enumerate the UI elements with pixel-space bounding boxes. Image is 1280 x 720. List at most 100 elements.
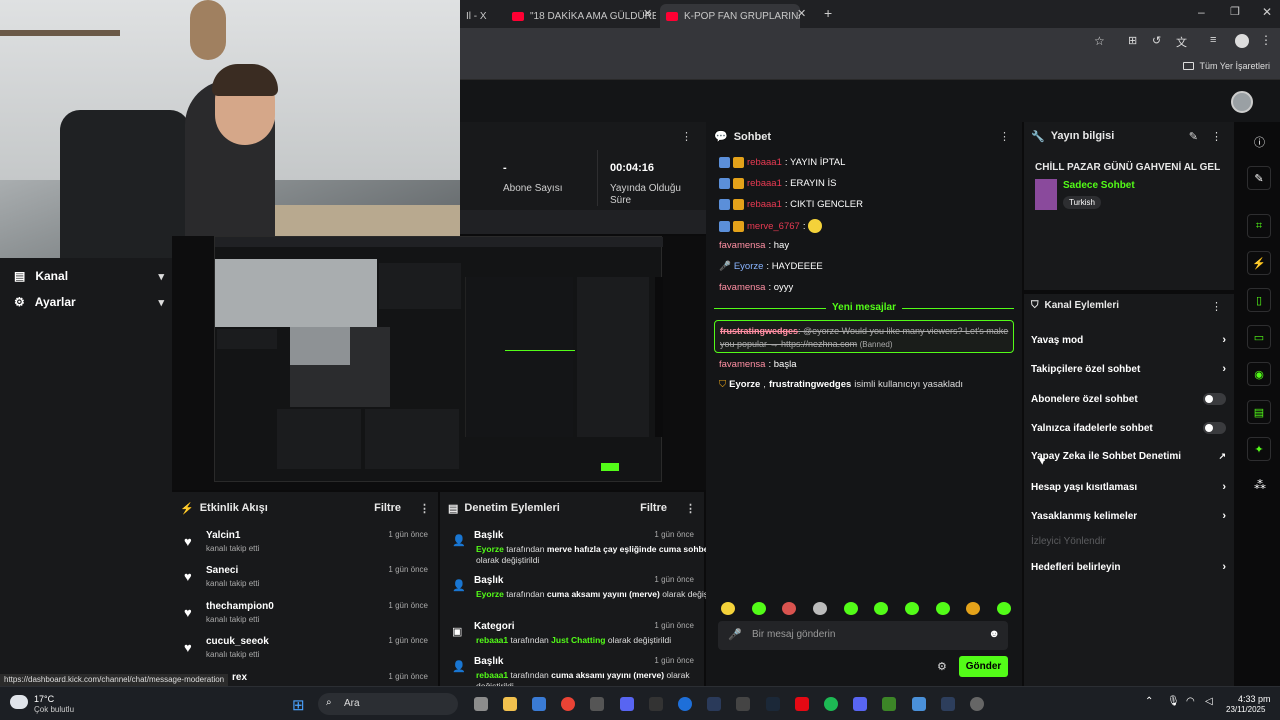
task-view-icon[interactable] bbox=[474, 697, 488, 711]
more-icon[interactable]: ⋮ bbox=[1260, 33, 1272, 47]
sidebar-item-kanal[interactable]: ▤ Kanal ▾ bbox=[14, 269, 164, 283]
menu-list-icon[interactable]: ≡ bbox=[1210, 34, 1216, 46]
edit-icon[interactable]: ✎ bbox=[1247, 166, 1271, 190]
history-icon[interactable]: ↺ bbox=[1152, 34, 1161, 47]
chat-username[interactable]: merve_6767 bbox=[747, 221, 800, 232]
filter-button[interactable]: Filtre bbox=[640, 502, 667, 514]
spotify-icon[interactable] bbox=[824, 697, 838, 711]
send-button[interactable]: Gönder bbox=[959, 656, 1008, 677]
tab-3[interactable]: K-POP FAN GRUPLARINA SIZD bbox=[660, 4, 800, 28]
action-banned-words[interactable]: Yasaklanmış kelimeler › bbox=[1031, 510, 1226, 522]
taskbar-search[interactable]: ⌕ Ara bbox=[318, 693, 458, 715]
more-icon[interactable]: ⋮ bbox=[419, 502, 430, 515]
emote-icon[interactable] bbox=[904, 602, 919, 615]
chat-username[interactable]: rebaaa1 bbox=[747, 199, 782, 210]
star-icon[interactable]: ☆ bbox=[1094, 34, 1105, 48]
chat-username[interactable]: rebaaa1 bbox=[747, 178, 782, 189]
close-tab-icon[interactable]: ✕ bbox=[643, 7, 652, 20]
chevron-up-icon[interactable]: ⌃ bbox=[1145, 696, 1153, 707]
follower-name[interactable]: Yalcin1 bbox=[206, 530, 240, 541]
clock-date[interactable]: 23/11/2025 bbox=[1226, 705, 1265, 714]
follower-name[interactable]: rex bbox=[232, 672, 247, 683]
chat-username[interactable]: rebaaa1 bbox=[747, 157, 782, 168]
minecraft-icon[interactable] bbox=[882, 697, 896, 711]
app-icon[interactable] bbox=[941, 697, 955, 711]
wrench-icon[interactable]: ✦ bbox=[1247, 437, 1271, 461]
stream-category[interactable]: Sadece Sohbet bbox=[1063, 180, 1135, 191]
app-icon[interactable] bbox=[736, 697, 750, 711]
more-icon[interactable]: ⋮ bbox=[685, 502, 696, 515]
translate-icon[interactable]: 文 bbox=[1176, 34, 1187, 50]
emote-icon[interactable] bbox=[874, 602, 889, 615]
emote-icon[interactable] bbox=[843, 602, 858, 615]
address-bar[interactable]: ☆ ⊞ ↺ 文 ≡ ⋮ bbox=[460, 28, 1280, 56]
chat-username[interactable]: favamensa bbox=[719, 282, 765, 293]
follower-name[interactable]: thechampion0 bbox=[206, 601, 274, 612]
chat-username[interactable]: favamensa bbox=[719, 359, 765, 370]
more-icon[interactable]: ⋮ bbox=[681, 130, 692, 143]
lightning-icon[interactable]: ⚡ bbox=[1247, 251, 1271, 275]
info-icon[interactable]: ⓘ bbox=[1254, 134, 1265, 150]
table-icon[interactable]: ▤ bbox=[1247, 400, 1271, 424]
new-tab-icon[interactable]: + bbox=[824, 5, 832, 21]
document-icon[interactable]: ▯ bbox=[1247, 288, 1271, 312]
all-bookmarks[interactable]: Tüm Yer İşaretleri bbox=[1183, 61, 1270, 71]
app-icon[interactable] bbox=[649, 697, 663, 711]
action-account-age[interactable]: Hesap yaşı kısıtlaması › bbox=[1031, 481, 1226, 493]
windows-start-icon[interactable]: ⊞ bbox=[292, 696, 305, 714]
chat-message-input[interactable]: 🎤 Bir mesaj gönderin ☻ bbox=[718, 621, 1008, 650]
clock-time[interactable]: 4:33 pm bbox=[1238, 694, 1271, 704]
emote-icon[interactable] bbox=[812, 602, 827, 615]
clip-icon[interactable]: ⌗ bbox=[1247, 214, 1271, 238]
tab-2[interactable]: "18 DAKİKA AMA GÜLDÜREN V bbox=[506, 4, 656, 28]
minimize-icon[interactable]: – bbox=[1198, 5, 1205, 19]
emote-icon[interactable] bbox=[996, 602, 1011, 615]
emote-icon[interactable] bbox=[751, 602, 766, 615]
action-goals[interactable]: Hedefleri belirleyin › bbox=[1031, 561, 1226, 573]
chrome-icon[interactable] bbox=[561, 697, 575, 711]
emote-icon[interactable] bbox=[966, 602, 981, 615]
steam-icon[interactable] bbox=[766, 697, 780, 711]
profile-icon[interactable] bbox=[1235, 34, 1249, 48]
filter-button[interactable]: Filtre bbox=[374, 502, 401, 514]
integrations-icon[interactable]: ⁂ bbox=[1254, 478, 1266, 492]
chat-username[interactable]: favamensa bbox=[719, 240, 765, 251]
app-icon[interactable] bbox=[678, 697, 692, 711]
wifi-icon[interactable]: ◠ bbox=[1186, 696, 1195, 707]
file-explorer-icon[interactable] bbox=[503, 697, 517, 711]
microphone-icon[interactable]: 🎙 bbox=[1167, 696, 1180, 707]
emoji-icon[interactable]: ☻ bbox=[988, 628, 1000, 640]
edit-icon[interactable]: ✎ bbox=[1189, 130, 1198, 143]
emote-only-toggle[interactable] bbox=[1203, 422, 1226, 434]
netflix-icon[interactable] bbox=[795, 697, 809, 711]
app-icon[interactable] bbox=[620, 697, 634, 711]
more-icon[interactable]: ⋮ bbox=[1211, 130, 1222, 143]
tab-1[interactable]: Il - X bbox=[460, 4, 504, 28]
emote-icon[interactable] bbox=[935, 602, 950, 615]
more-icon[interactable]: ⋮ bbox=[999, 130, 1010, 143]
discord-icon[interactable] bbox=[853, 697, 867, 711]
app-w-icon[interactable] bbox=[590, 697, 604, 711]
chat-username[interactable]: Eyorze bbox=[734, 261, 764, 272]
chat-icon[interactable]: ▭ bbox=[1247, 325, 1271, 349]
action-ai-moderation[interactable]: Yapay Zeka ile Sohbet Denetimi ↗ bbox=[1031, 451, 1226, 462]
sidebar-item-ayarlar[interactable]: ⚙ Ayarlar ▾ bbox=[14, 295, 164, 309]
action-followers-only[interactable]: Takipçilere özel sohbet › bbox=[1031, 363, 1226, 375]
maximize-icon[interactable]: ❐ bbox=[1230, 5, 1240, 18]
extension-icon[interactable]: ⊞ bbox=[1128, 34, 1137, 47]
app-icon[interactable] bbox=[707, 697, 721, 711]
app-icon[interactable] bbox=[970, 697, 984, 711]
broadcast-icon[interactable]: ◉ bbox=[1247, 362, 1271, 386]
store-icon[interactable] bbox=[532, 697, 546, 711]
action-slow-mode[interactable]: Yavaş mod › bbox=[1031, 334, 1226, 346]
subscribers-only-toggle[interactable] bbox=[1203, 393, 1226, 405]
follower-name[interactable]: Saneci bbox=[206, 565, 238, 576]
emote-icon[interactable] bbox=[721, 602, 735, 615]
user-avatar[interactable] bbox=[1231, 91, 1253, 113]
close-window-icon[interactable]: ✕ bbox=[1262, 5, 1272, 19]
volume-icon[interactable]: ◁ bbox=[1205, 696, 1213, 707]
chat-settings-icon[interactable]: ⚙ bbox=[937, 660, 947, 673]
emote-icon[interactable] bbox=[782, 602, 797, 615]
flagged-message[interactable]: frustratingwedges: @eyorze Would you lik… bbox=[714, 320, 1014, 353]
follower-name[interactable]: cucuk_seeok bbox=[206, 636, 269, 647]
